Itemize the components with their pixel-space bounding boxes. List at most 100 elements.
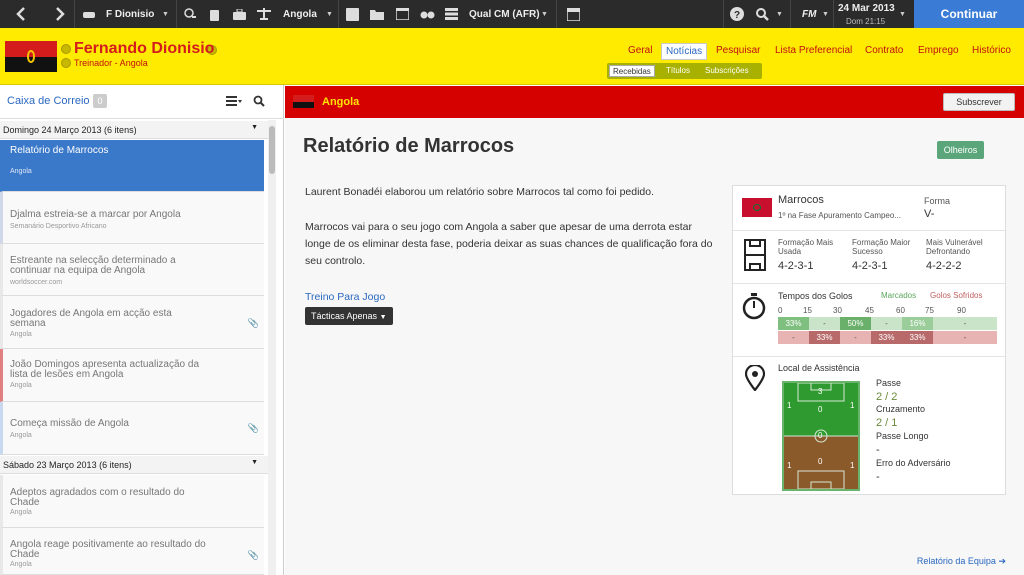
scouts-button[interactable]: Olheiros — [937, 141, 984, 159]
angola-flag — [293, 95, 314, 108]
briefcase-icon[interactable] — [229, 0, 249, 28]
forward-icon[interactable] — [47, 0, 73, 28]
scored-cell: - — [933, 317, 997, 330]
info-icon[interactable] — [61, 58, 71, 68]
help-icon[interactable]: ? — [726, 0, 748, 28]
search-icon[interactable] — [253, 95, 265, 107]
formation-value: 4-2-3-1 — [852, 260, 888, 272]
chevron-down-icon[interactable]: ▼ — [899, 0, 906, 28]
nav-pesquisar[interactable]: Pesquisar — [716, 45, 760, 56]
pitch-zone-count: 3 — [818, 387, 823, 396]
assist-stat-value: 2 / 1 — [876, 417, 898, 429]
formation-label: Mais Vulnerável Defrontando — [926, 238, 983, 256]
arrow-right-icon: ➔ — [998, 556, 1006, 566]
inbox-message[interactable]: Djalma estreia-se a marcar por Angola Sem… — [0, 192, 264, 244]
conceded-cell: 33% — [809, 331, 840, 344]
tactics-dropdown[interactable]: Tácticas Apenas ▼ — [305, 307, 393, 325]
nation-menu[interactable]: Angola — [283, 0, 317, 28]
fm-logo[interactable]: FM — [802, 0, 816, 28]
channel-name[interactable]: Angola — [322, 96, 359, 108]
chevron-down-icon: ▼ — [251, 459, 258, 466]
inbox-message[interactable]: Angola reage positivamente ao resultado … — [0, 528, 264, 575]
team-report-link[interactable]: Relatório da Equipa ➔ — [917, 556, 1006, 567]
back-icon[interactable] — [8, 0, 34, 28]
subtab-subscricoes[interactable]: Subscrições — [705, 65, 749, 77]
top-bar: F Dionisio ▼ Angola ▼ Qual CM (AFR) ▼ ? … — [0, 0, 1024, 28]
manager-name[interactable]: Fernando Dionisio — [74, 40, 214, 58]
chevron-down-icon[interactable]: ▼ — [326, 0, 333, 28]
scored-cell: 16% — [902, 317, 933, 330]
scrollbar-thumb[interactable] — [269, 126, 275, 174]
chevron-down-icon[interactable]: ▼ — [822, 0, 829, 28]
chevron-down-icon[interactable]: ▼ — [776, 0, 783, 28]
pitch-zone-count: 0 — [818, 431, 823, 440]
assist-stat-label: Passe Longo — [876, 431, 929, 441]
search-person-icon[interactable] — [180, 0, 200, 28]
minute-tick: 75 — [925, 306, 934, 315]
nav-noticias[interactable]: Notícias — [661, 43, 708, 60]
scales-icon[interactable] — [254, 0, 274, 28]
inbox-message[interactable]: Jogadores de Angola em acção esta semana… — [0, 296, 264, 349]
shoe-icon[interactable] — [78, 0, 100, 28]
formation-label: Formação Maior Sucesso — [852, 238, 911, 256]
minute-tick: 45 — [865, 306, 874, 315]
info-icon[interactable] — [61, 44, 71, 54]
inbox-message[interactable]: Estreante na selecção determinado a cont… — [0, 244, 264, 296]
binoculars-icon[interactable] — [416, 0, 438, 28]
pitch-zone-count: 1 — [787, 461, 792, 470]
nav-emprego[interactable]: Emprego — [918, 45, 959, 56]
competition-menu[interactable]: Qual CM (AFR) — [469, 0, 540, 28]
formation-label: Formação Mais Usada — [778, 238, 834, 256]
minute-tick: 90 — [957, 306, 966, 315]
assist-stat-label: Passe — [876, 378, 902, 388]
inbox-date-group[interactable]: Domingo 24 Março 2013 (6 itens) ▼ — [0, 121, 270, 139]
formation-value: 4-2-2-2 — [926, 260, 962, 272]
attachment-icon: 📎 — [247, 423, 259, 433]
conceded-cell: - — [933, 331, 997, 344]
chevron-down-icon: ▼ — [379, 314, 387, 321]
team-name[interactable]: Marrocos — [778, 194, 824, 206]
goal-times-title: Tempos dos Golos — [778, 291, 853, 301]
pitch-zone-count: 1 — [850, 461, 855, 470]
team-section: Marrocos 1º na Fase Apuramento Campeo...… — [733, 186, 1005, 231]
inbox-message[interactable]: João Domingos apresenta actualização da … — [0, 349, 264, 402]
inbox-scrollbar[interactable] — [268, 120, 276, 575]
inbox-message[interactable]: Começa missão de Angola Angola 📎 — [0, 402, 264, 455]
inbox-title[interactable]: Caixa de Correio — [7, 95, 90, 107]
search-icon[interactable] — [751, 0, 773, 28]
assist-pitch: 3 1 1 0 0 0 1 1 — [782, 381, 860, 491]
nav-contrato[interactable]: Contrato — [865, 45, 903, 56]
subscribe-button[interactable]: Subscrever — [943, 93, 1015, 111]
inbox-message[interactable]: Relatório de Marrocos Angola — [0, 140, 264, 192]
inbox-message[interactable]: Adeptos agradados com o resultado do Cha… — [0, 475, 264, 528]
training-link[interactable]: Treino Para Jogo — [305, 291, 385, 303]
subtab-titulos[interactable]: Títulos — [666, 65, 690, 77]
chevron-down-icon: ▼ — [251, 124, 258, 131]
nav-lista-preferencial[interactable]: Lista Preferencial — [775, 45, 852, 56]
subtab-recebidas[interactable]: Recebidas — [609, 65, 655, 77]
channel-bar: Angola Subscrever — [285, 86, 1024, 118]
nav-geral[interactable]: Geral — [628, 45, 652, 56]
pitch-zone-count: 0 — [818, 457, 823, 466]
report-title: Relatório de Marrocos — [303, 135, 515, 157]
calendar-icon[interactable] — [562, 0, 584, 28]
competition-icon[interactable] — [441, 0, 461, 28]
inbox-panel: Caixa de Correio 0 Domingo 24 Março 2013… — [0, 85, 284, 575]
report-paragraph: Marrocos vai para o seu jogo com Angola … — [305, 221, 713, 267]
chevron-down-icon[interactable]: ▼ — [162, 0, 169, 28]
minute-tick: 15 — [803, 306, 812, 315]
clipboard-icon[interactable] — [204, 0, 224, 28]
scored-cell: 50% — [840, 317, 871, 330]
profile-menu[interactable]: F Dionisio — [106, 0, 154, 28]
continue-button[interactable]: Continuar — [914, 0, 1024, 28]
chevron-down-icon[interactable]: ▼ — [541, 0, 548, 28]
formation-value: 4-2-3-1 — [778, 260, 814, 272]
list-menu-icon[interactable] — [226, 96, 242, 106]
folder-icon[interactable] — [367, 0, 387, 28]
window-icon[interactable] — [392, 0, 412, 28]
nav-historico[interactable]: Histórico — [972, 45, 1011, 56]
inbox-date-group[interactable]: Sábado 23 Março 2013 (6 itens) ▼ — [0, 456, 270, 474]
scored-cell: - — [871, 317, 902, 330]
tactics-icon[interactable] — [342, 0, 362, 28]
conceded-cell: - — [778, 331, 809, 344]
